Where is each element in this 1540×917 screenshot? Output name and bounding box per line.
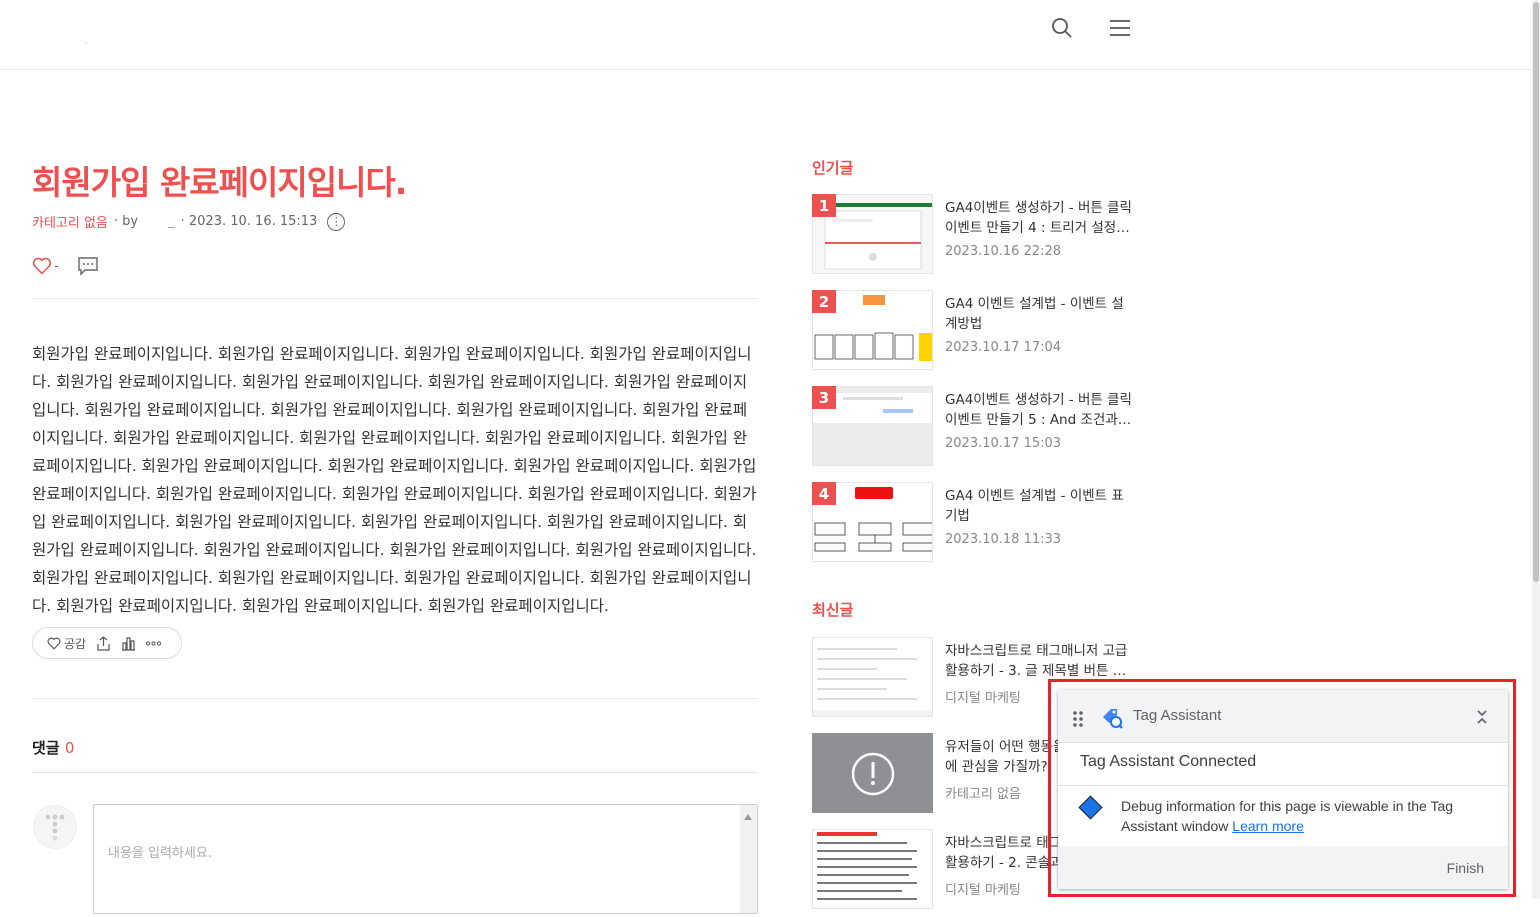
blog-title[interactable]: - [84, 38, 88, 49]
share-icon [97, 635, 110, 651]
finish-button[interactable]: Finish [1447, 860, 1484, 876]
like-label: 공감 [64, 636, 87, 651]
post-thumbnail [812, 829, 933, 909]
info-icon[interactable]: ⋮ [327, 212, 346, 231]
divider [32, 772, 758, 773]
share-button[interactable] [96, 635, 111, 651]
post-body: 회원가입 완료페이지입니다. 회원가입 완료페이지입니다. 회원가입 완료페이지… [32, 345, 757, 615]
post-category-link[interactable]: 카테고리 없음 [32, 212, 108, 231]
recent-title: 최신글 [812, 601, 854, 619]
popular-item-date: 2023.10.17 17:04 [945, 340, 1062, 355]
user-avatar-icon [45, 814, 65, 841]
post-date: · 2023. 10. 16. 15:13 [180, 214, 318, 229]
popular-item-title[interactable]: GA4이벤트 생성하기 - 버튼 클릭 이벤트 만들기 4 : 트리거 설정하기 [945, 198, 1135, 238]
comment-icon[interactable] [77, 256, 99, 276]
like-count: - [54, 258, 59, 274]
menu-icon [1110, 20, 1130, 36]
recent-item-title[interactable]: 자바스크립트로 태그매니저 고급 활용하기 - 3. 글 제목별 버튼 클릭 [945, 641, 1135, 681]
post-actions-top: - [32, 256, 99, 276]
comment-input[interactable] [94, 805, 757, 913]
debug-message-text: Debug information for this page is viewa… [1121, 796, 1491, 836]
popular-item[interactable]: 1 GA4이벤트 생성하기 - 버튼 클릭 이벤트 만들기 4 : 트리거 설정… [812, 194, 1142, 274]
tag-assistant-header: Tag Assistant [1058, 690, 1508, 743]
site-header: - [0, 0, 1532, 70]
debug-message: Debug information for this page is viewa… [1058, 786, 1508, 846]
divider [32, 698, 758, 699]
tag-assistant-panel: Tag Assistant Tag Assistant Connected De… [1058, 690, 1508, 889]
popular-item-title[interactable]: GA4이벤트 생성하기 - 버튼 클릭 이벤트 만들기 5 : And 조건과 … [945, 390, 1135, 430]
more-button[interactable] [146, 640, 162, 646]
diamond-icon [1078, 795, 1103, 820]
recent-item-category[interactable]: 디지털 마케팅 [945, 879, 1021, 898]
drag-handle-icon[interactable] [1072, 710, 1084, 728]
search-button[interactable] [1048, 14, 1076, 42]
more-dots-icon [146, 640, 162, 646]
collapse-icon[interactable] [1476, 709, 1488, 725]
popular-item[interactable]: 3 GA4이벤트 생성하기 - 버튼 클릭 이벤트 만들기 5 : And 조건… [812, 386, 1142, 466]
post-thumbnail [812, 733, 933, 813]
popular-title: 인기글 [812, 159, 854, 177]
tag-assistant-title: Tag Assistant [1133, 707, 1222, 724]
popular-item-title[interactable]: GA4 이벤트 설계법 - 이벤트 표기법 [945, 486, 1135, 526]
comment-scrollbar[interactable] [740, 805, 757, 913]
divider [32, 298, 758, 299]
popular-item-date: 2023.10.18 11:33 [945, 532, 1062, 547]
tag-assistant-footer: Finish [1058, 846, 1508, 889]
post-thumbnail [812, 637, 933, 717]
post-author[interactable]: _ [168, 214, 175, 229]
comment-box [93, 804, 758, 914]
post-meta: 카테고리 없음 · by _ · 2023. 10. 16. 15:13 ⋮ [32, 212, 346, 231]
heart-icon [32, 257, 52, 275]
post-title: 회원가입 완료페이지입니다. [32, 163, 407, 202]
reaction-bar: 공감 [32, 627, 182, 659]
comments-label: 댓글 [32, 739, 60, 757]
popular-item-date: 2023.10.16 22:28 [945, 244, 1062, 259]
scrollbar-thumb[interactable] [1533, 2, 1539, 582]
connection-status: Tag Assistant Connected [1058, 743, 1508, 786]
popular-item-title[interactable]: GA4 이벤트 설계법 - 이벤트 설계방법 [945, 294, 1135, 334]
recent-item-category[interactable]: 카테고리 없음 [945, 783, 1021, 802]
page-scrollbar[interactable] [1532, 0, 1540, 899]
popular-item-date: 2023.10.17 15:03 [945, 436, 1062, 451]
rank-badge: 3 [812, 386, 836, 409]
recent-item-category[interactable]: 디지털 마케팅 [945, 687, 1021, 706]
like-button[interactable]: 공감 [47, 635, 86, 652]
search-icon [1052, 18, 1072, 38]
menu-button[interactable] [1106, 14, 1134, 42]
warning-icon [851, 752, 895, 796]
like-button-top[interactable]: - [32, 257, 59, 275]
stats-button[interactable] [121, 636, 136, 651]
popular-item[interactable]: 4 GA4 이벤트 설계법 - 이벤트 표기법 2023.10.18 11:33 [812, 482, 1142, 562]
avatar [33, 805, 77, 849]
rank-badge: 1 [812, 194, 836, 217]
rank-badge: 2 [812, 290, 836, 313]
heart-outline-icon [47, 637, 61, 650]
popular-item[interactable]: 2 GA4 이벤트 설계법 - 이벤트 설계방법 2023.10.17 17:0… [812, 290, 1142, 370]
bar-chart-icon [122, 636, 136, 651]
learn-more-link[interactable]: Learn more [1232, 818, 1304, 834]
comments-count: 0 [64, 739, 75, 757]
comments-title: 댓글 0 [32, 737, 74, 758]
rank-badge: 4 [812, 482, 836, 505]
post-by-label: · by [113, 214, 139, 229]
tag-assistant-logo-icon [1103, 709, 1123, 729]
